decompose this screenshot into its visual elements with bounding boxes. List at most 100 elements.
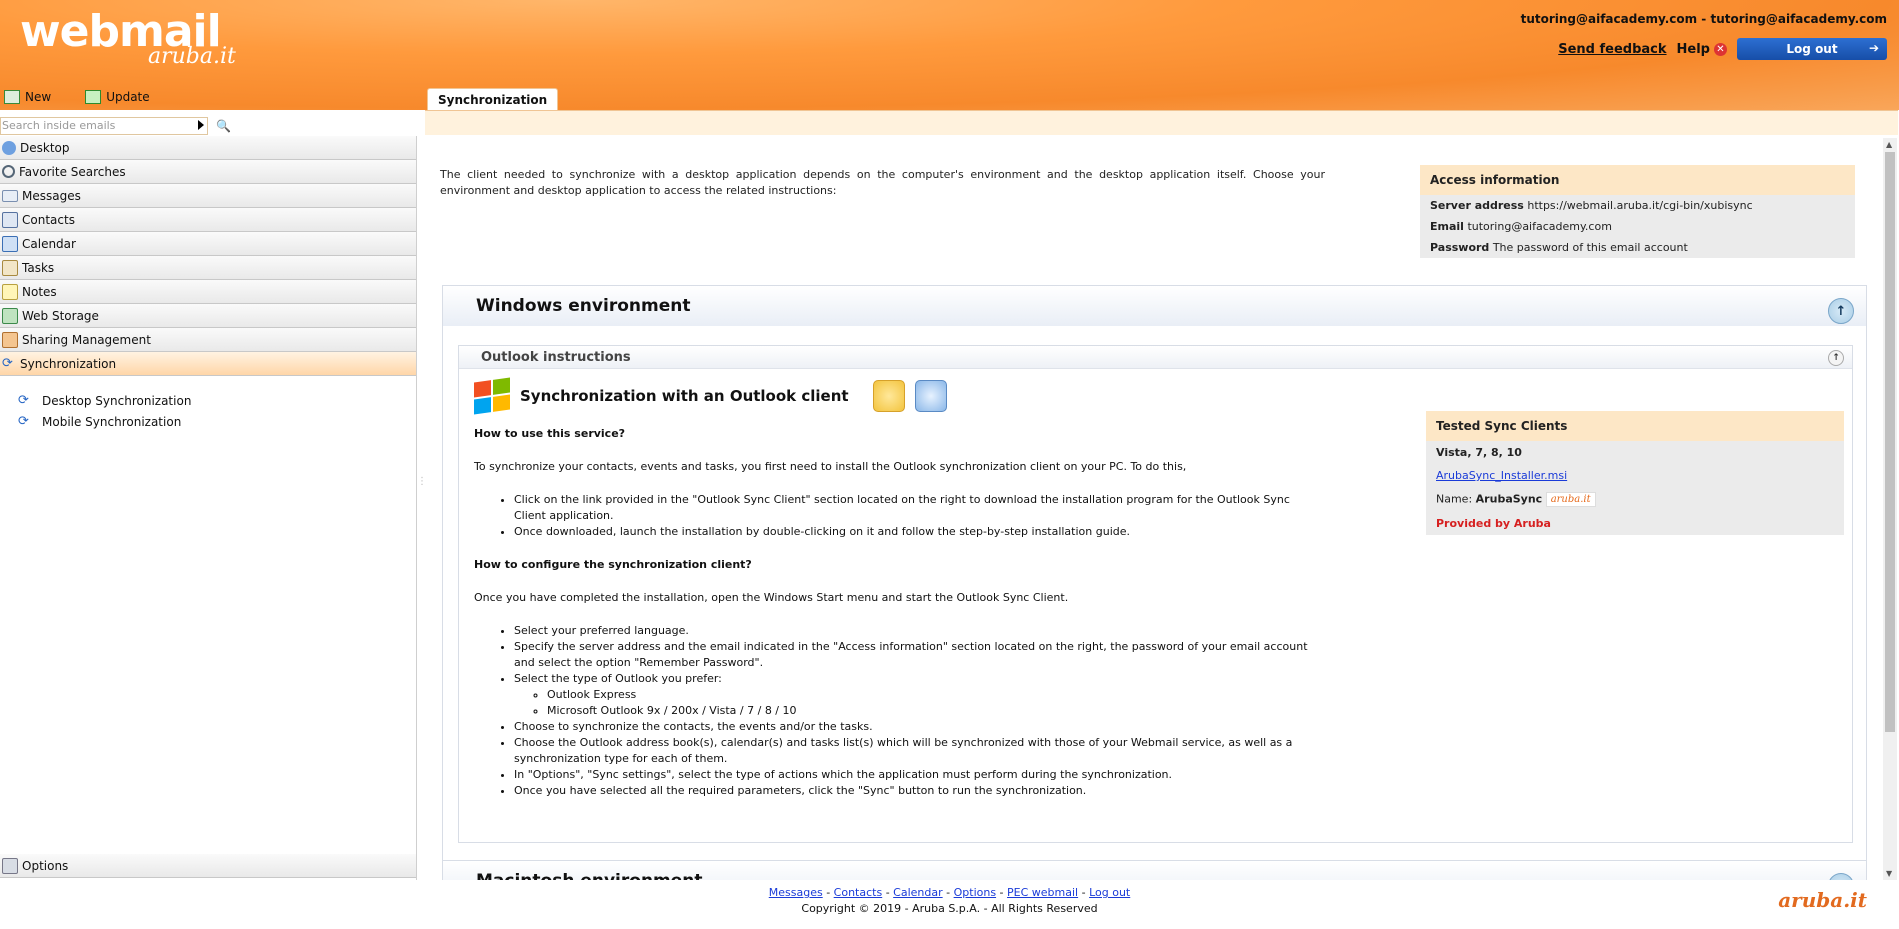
sidebar-item-label: Web Storage — [22, 308, 99, 323]
server-value: https://webmail.aruba.it/cgi-bin/xubisyn… — [1527, 199, 1753, 212]
sidebar-item-messages[interactable]: Messages — [0, 184, 416, 208]
sidebar-item-sharing-management[interactable]: Sharing Management — [0, 328, 416, 352]
sync-title: Synchronization with an Outlook client — [520, 387, 849, 405]
aruba-logo-icon: aruba.it — [1545, 492, 1596, 507]
sidebar-item-label: Favorite Searches — [19, 164, 126, 179]
mac-section-header[interactable]: Macintosh environment ↑ — [443, 861, 1866, 880]
footer-link-logout[interactable]: Log out — [1089, 886, 1130, 899]
sync-submenu: ⟳ Desktop Synchronization ⟳ Mobile Synch… — [0, 390, 416, 432]
server-address-row: Server address https://webmail.aruba.it/… — [1420, 195, 1855, 216]
config-intro: Once you have completed the installation… — [474, 591, 1069, 604]
logout-button[interactable]: Log out ➔ — [1737, 38, 1887, 60]
help-icon: ✕ — [1714, 42, 1727, 56]
footer: Messages - Contacts - Calendar - Options… — [0, 885, 1899, 917]
sync-icon: ⟳ — [18, 414, 29, 429]
footer-link-messages[interactable]: Messages — [769, 886, 823, 899]
sidebar-item-label: Tasks — [22, 260, 55, 275]
list-item: Once downloaded, launch the installation… — [514, 524, 1319, 540]
new-button[interactable]: New — [0, 90, 51, 104]
config-steps: Select your preferred language. Specify … — [474, 623, 1319, 799]
sidebar-item-tasks[interactable]: Tasks — [0, 256, 416, 280]
sidebar-item-calendar[interactable]: Calendar — [0, 232, 416, 256]
search-input[interactable]: Search inside emails — [0, 117, 208, 135]
scrollbar-thumb[interactable] — [1885, 152, 1895, 732]
sidebar-item-label: Calendar — [22, 236, 76, 251]
update-button[interactable]: Update — [81, 90, 150, 104]
tasks-icon — [2, 259, 18, 276]
sidebar-item-synchronization[interactable]: ⟳ Synchronization — [0, 352, 416, 376]
outlook-instructions: Outlook instructions ↑ Synchronization w… — [458, 345, 1853, 843]
tab-strip — [425, 110, 1898, 135]
list-item: Once you have selected all the required … — [514, 783, 1319, 799]
arrow-right-icon: ➔ — [1868, 41, 1879, 55]
envelope-icon — [2, 189, 18, 202]
list-item: Outlook Express — [547, 687, 1319, 703]
instructions-text: How to use this service? To synchronize … — [474, 426, 1319, 816]
scroll-down-icon[interactable]: ▼ — [1886, 869, 1892, 878]
webmail-logo[interactable]: webmail aruba.it — [20, 6, 236, 69]
logout-label: Log out — [1786, 42, 1838, 56]
help-link[interactable]: Help ✕ — [1677, 42, 1727, 57]
update-icon — [85, 90, 102, 104]
options-icon — [2, 857, 18, 874]
list-item: Microsoft Outlook 9x / 200x / Vista / 7 … — [547, 703, 1319, 719]
footer-link-calendar[interactable]: Calendar — [893, 886, 942, 899]
collapse-up-icon[interactable]: ↑ — [1828, 873, 1854, 880]
new-mail-icon — [4, 90, 20, 104]
sub-item-mobile-sync[interactable]: ⟳ Mobile Synchronization — [0, 411, 416, 432]
how-config-heading: How to configure the synchronization cli… — [474, 558, 752, 571]
server-label: Server address — [1430, 199, 1524, 212]
search-options-icon[interactable] — [198, 120, 204, 130]
search-icon[interactable]: 🔍 — [216, 119, 231, 133]
tab-label: Synchronization — [438, 93, 548, 107]
sharing-icon — [2, 331, 18, 348]
outlook-sync-icon — [914, 380, 947, 412]
help-label: Help — [1676, 41, 1710, 57]
password-row: Password The password of this email acco… — [1420, 237, 1855, 258]
collapse-up-icon[interactable]: ↑ — [1828, 350, 1844, 366]
notes-icon — [2, 283, 18, 300]
sidebar-item-favorite-searches[interactable]: Favorite Searches — [0, 160, 416, 184]
sidebar: Desktop Favorite Searches Messages Conta… — [0, 136, 417, 880]
search-placeholder: Search inside emails — [2, 119, 116, 132]
sync-icon: ⟳ — [18, 393, 29, 408]
sidebar-item-desktop[interactable]: Desktop — [0, 136, 416, 160]
collapse-up-icon[interactable]: ↑ — [1828, 298, 1854, 324]
sidebar-item-label: Options — [22, 858, 69, 873]
send-feedback-link[interactable]: Send feedback — [1558, 42, 1666, 57]
sidebar-item-label: Notes — [22, 284, 57, 299]
aruba-logo: aruba.it — [1778, 888, 1867, 912]
client-name-row: Name: ArubaSync aruba.it — [1426, 487, 1844, 512]
provided-by: Provided by Aruba — [1436, 517, 1551, 530]
tested-sync-clients: Tested Sync Clients Vista, 7, 8, 10 Arub… — [1426, 411, 1844, 535]
sidebar-item-label: Sharing Management — [22, 332, 151, 347]
footer-link-pec-webmail[interactable]: PEC webmail — [1007, 886, 1078, 899]
update-label: Update — [106, 90, 150, 104]
logo-sub: aruba.it — [148, 44, 236, 69]
tab-synchronization[interactable]: Synchronization — [427, 88, 559, 111]
installer-download-link[interactable]: ArubaSync_Installer.msi — [1436, 469, 1567, 482]
copyright: Copyright © 2019 - Aruba S.p.A. - All Ri… — [801, 902, 1098, 915]
windows-section: Windows environment ↑ Outlook instructio… — [442, 285, 1867, 862]
sidebar-item-contacts[interactable]: Contacts — [0, 208, 416, 232]
main-scrollbar[interactable]: ▲ ▼ — [1883, 138, 1897, 880]
install-intro: To synchronize your contacts, events and… — [474, 460, 1187, 473]
scroll-up-icon[interactable]: ▲ — [1886, 140, 1892, 149]
windows-title: Windows environment — [476, 296, 691, 316]
list-item: In "Options", "Sync settings", select th… — [514, 767, 1319, 783]
outlook-instructions-header[interactable]: Outlook instructions ↑ — [459, 346, 1852, 369]
list-item: Choose to synchronize the contacts, the … — [514, 719, 1319, 735]
sidebar-item-label: Desktop — [20, 140, 70, 155]
outlook-icon — [872, 380, 905, 412]
sidebar-item-notes[interactable]: Notes — [0, 280, 416, 304]
sub-item-desktop-sync[interactable]: ⟳ Desktop Synchronization — [0, 390, 416, 411]
footer-link-options[interactable]: Options — [954, 886, 996, 899]
footer-link-contacts[interactable]: Contacts — [834, 886, 883, 899]
new-label: New — [25, 90, 52, 104]
toolbar: New Update — [0, 90, 150, 104]
sidebar-item-web-storage[interactable]: Web Storage — [0, 304, 416, 328]
sidebar-item-options[interactable]: Options — [0, 854, 416, 878]
email-value: tutoring@aifacademy.com — [1467, 220, 1612, 233]
mac-title: Macintosh environment — [476, 871, 703, 880]
windows-section-header[interactable]: Windows environment ↑ — [443, 286, 1866, 326]
